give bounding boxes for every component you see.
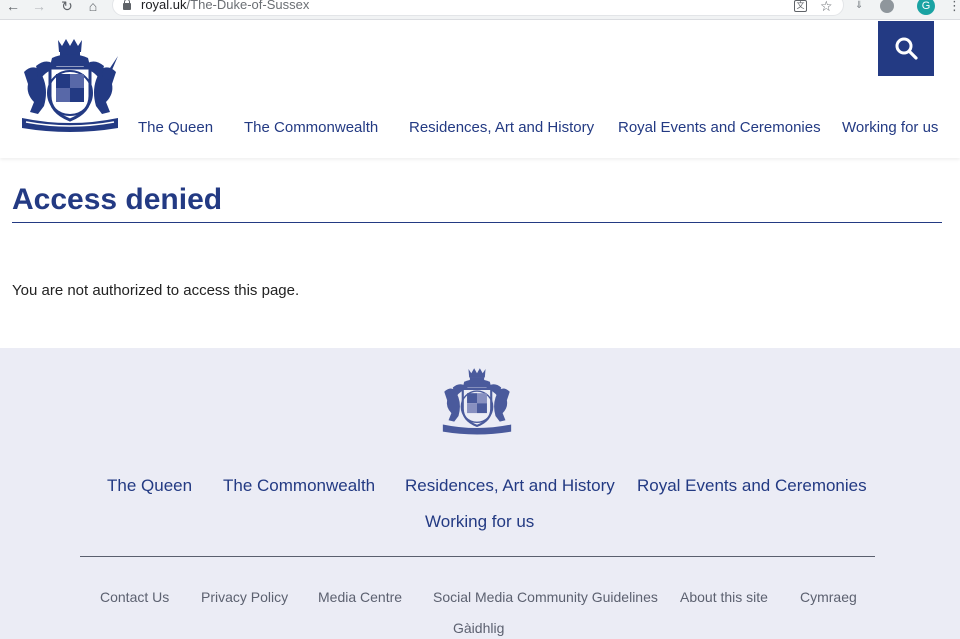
footer-nav-residences-art-history[interactable]: Residences, Art and History <box>405 475 615 497</box>
footer-crest-icon[interactable] <box>440 366 514 436</box>
nav-link-working-for-us[interactable]: Working for us <box>842 118 938 138</box>
footer-nav-royal-events-ceremonies[interactable]: Royal Events and Ceremonies <box>637 475 867 497</box>
nav-link-residences-art-history[interactable]: Residences, Art and History <box>409 118 594 138</box>
footer-link-privacy-policy[interactable]: Privacy Policy <box>201 588 288 606</box>
back-arrow-icon[interactable]: ← <box>6 0 20 14</box>
reload-icon[interactable]: ↻ <box>60 0 74 14</box>
access-denied-message: You are not authorized to access this pa… <box>12 282 300 299</box>
site-footer: The Queen The Commonwealth Residences, A… <box>0 348 960 639</box>
nav-link-royal-events-ceremonies[interactable]: Royal Events and Ceremonies <box>618 118 821 138</box>
url-domain: royal.uk <box>141 0 187 12</box>
home-icon[interactable]: ⌂ <box>86 0 100 14</box>
main-navigation: The Queen The Commonwealth Residences, A… <box>0 118 960 140</box>
footer-link-social-media-guidelines[interactable]: Social Media Community Guidelines <box>433 588 658 606</box>
footer-nav-the-commonwealth[interactable]: The Commonwealth <box>223 475 375 497</box>
browser-menu-icon[interactable]: ⋮ <box>948 0 960 14</box>
address-url[interactable]: royal.uk/The-Duke-of-Sussex <box>141 0 309 12</box>
footer-link-contact-us[interactable]: Contact Us <box>100 588 169 606</box>
extension-icon[interactable]: ⇓ <box>855 0 863 11</box>
footer-link-cymraeg[interactable]: Cymraeg <box>800 588 857 606</box>
page-title: Access denied <box>12 183 223 216</box>
bookmark-star-icon[interactable]: ☆ <box>820 0 833 15</box>
footer-link-gaidhlig[interactable]: Gàidhlig <box>453 619 504 637</box>
forward-arrow-icon[interactable]: → <box>32 0 46 14</box>
title-divider <box>12 222 942 223</box>
site-header: The Queen The Commonwealth Residences, A… <box>0 20 960 158</box>
footer-nav-working-for-us[interactable]: Working for us <box>425 511 534 533</box>
extension-globe-icon[interactable] <box>880 0 894 13</box>
footer-link-media-centre[interactable]: Media Centre <box>318 588 402 606</box>
search-button[interactable] <box>878 21 934 76</box>
profile-avatar[interactable]: G <box>917 0 935 15</box>
search-icon <box>895 37 918 60</box>
address-bar[interactable]: royal.uk/The-Duke-of-Sussex <box>112 0 844 16</box>
footer-divider <box>80 556 875 557</box>
footer-nav-the-queen[interactable]: The Queen <box>107 475 192 497</box>
lock-icon[interactable] <box>123 0 131 10</box>
nav-link-the-commonwealth[interactable]: The Commonwealth <box>244 118 378 138</box>
nav-link-the-queen[interactable]: The Queen <box>138 118 213 138</box>
browser-toolbar: ← → ↻ ⌂ royal.uk/The-Duke-of-Sussex 文 ☆ … <box>0 0 960 20</box>
translate-icon[interactable]: 文 <box>794 0 807 12</box>
footer-link-about-this-site[interactable]: About this site <box>680 588 768 606</box>
url-path: /The-Duke-of-Sussex <box>186 0 310 12</box>
